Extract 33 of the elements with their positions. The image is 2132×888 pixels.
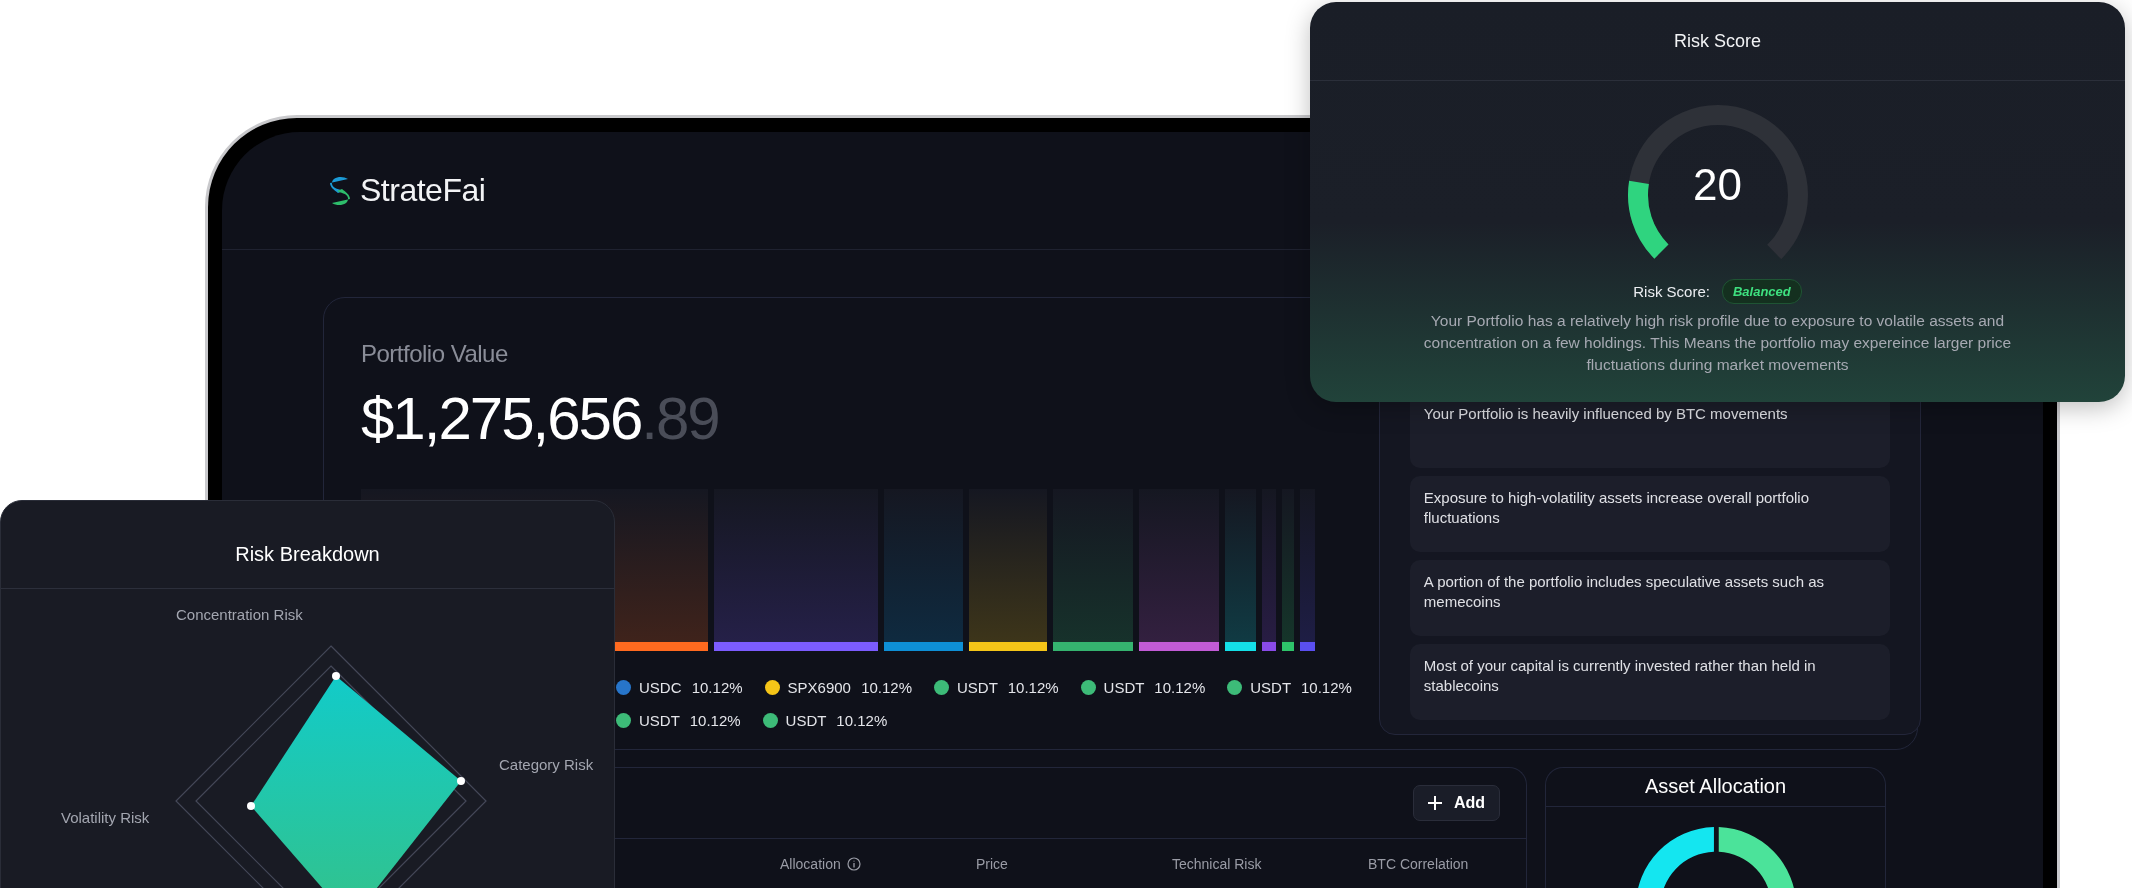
insight-item: A portion of the portfolio includes speculative assets such as memecoins (1409, 560, 1890, 636)
column-header: Technical Risk (1172, 856, 1262, 872)
card-title: Risk Score (1310, 2, 2125, 81)
column-header: BTC Correlation (1368, 856, 1469, 872)
score-value: 20 (1693, 160, 1742, 210)
risk-badge: Balanced (1721, 279, 1802, 304)
logo-icon (328, 174, 352, 207)
risk-description: Your Portfolio has a relatively high risk profile due to exposure to volatile assets and concentration on a few holdings. This Means the portfolio may expereince larger price fluctuations during market movements (1422, 311, 2013, 375)
column-header: Allocation (780, 856, 841, 872)
risk-score-label: Risk Score: (1633, 283, 1710, 300)
insight-item: Exposure to high-volatility assets increase overall portfolio fluctuations (1409, 476, 1890, 552)
card-title: Asset Allocation (1546, 768, 1885, 807)
portfolio-label: Portfolio Value (361, 340, 509, 368)
legend-label: USDT 10.12% (785, 712, 888, 729)
portfolio-value: $1,275,656.89 (361, 384, 720, 453)
card-title: Risk Breakdown (1, 501, 614, 589)
legend-label: USDT 10.12% (1103, 679, 1206, 696)
add-button[interactable]: Add (1412, 785, 1500, 821)
radar-point (247, 802, 255, 810)
legend-label: SPX6900 10.12% (787, 679, 912, 696)
legend-label: USDT 10.12% (1250, 679, 1352, 696)
insight-item: Most of your capital is currently invested rather than held in stablecoins (1409, 644, 1890, 720)
axis-label: Concentration Risk (176, 606, 303, 623)
brand-name: StrateFai (360, 172, 486, 209)
radar-point (332, 672, 340, 680)
column-header: Price (976, 856, 1008, 872)
axis-label: Volatility Risk (61, 809, 150, 826)
legend-label: USDT 10.12% (639, 712, 741, 729)
radar-point (457, 777, 465, 785)
legend-label: USDC 10.12% (639, 679, 743, 696)
legend-label: USDT 10.12% (957, 679, 1059, 696)
plus-icon (1427, 796, 1442, 810)
axis-label: Category Risk (499, 756, 594, 773)
